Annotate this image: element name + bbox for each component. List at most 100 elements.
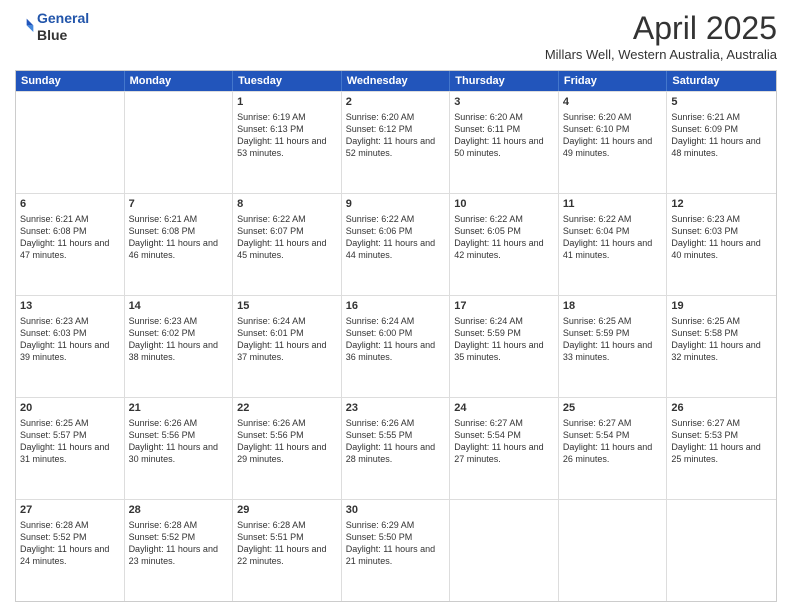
- sunrise-text: Sunrise: 6:28 AM: [20, 520, 89, 530]
- day-number: 11: [563, 197, 663, 212]
- sunrise-text: Sunrise: 6:25 AM: [563, 316, 632, 326]
- sunset-text: Sunset: 6:12 PM: [346, 124, 413, 134]
- daylight-text: Daylight: 11 hours and 29 minutes.: [237, 442, 326, 464]
- day-number: 24: [454, 401, 554, 416]
- calendar: Sunday Monday Tuesday Wednesday Thursday…: [15, 70, 777, 602]
- cal-cell-4-0: 27Sunrise: 6:28 AM Sunset: 5:52 PM Dayli…: [16, 500, 125, 601]
- daylight-text: Daylight: 11 hours and 30 minutes.: [129, 442, 218, 464]
- day-number: 12: [671, 197, 772, 212]
- sunrise-text: Sunrise: 6:20 AM: [346, 112, 415, 122]
- sunset-text: Sunset: 6:06 PM: [346, 226, 413, 236]
- header-friday: Friday: [559, 71, 668, 91]
- sunrise-text: Sunrise: 6:21 AM: [671, 112, 740, 122]
- sunset-text: Sunset: 6:04 PM: [563, 226, 630, 236]
- sunrise-text: Sunrise: 6:28 AM: [129, 520, 198, 530]
- day-number: 16: [346, 299, 446, 314]
- sunset-text: Sunset: 5:59 PM: [563, 328, 630, 338]
- daylight-text: Daylight: 11 hours and 31 minutes.: [20, 442, 109, 464]
- header-wednesday: Wednesday: [342, 71, 451, 91]
- day-number: 3: [454, 95, 554, 110]
- sunset-text: Sunset: 6:01 PM: [237, 328, 304, 338]
- header-monday: Monday: [125, 71, 234, 91]
- day-number: 22: [237, 401, 337, 416]
- cal-cell-1-5: 11Sunrise: 6:22 AM Sunset: 6:04 PM Dayli…: [559, 194, 668, 295]
- calendar-body: 1Sunrise: 6:19 AM Sunset: 6:13 PM Daylig…: [16, 91, 776, 601]
- cal-cell-0-3: 2Sunrise: 6:20 AM Sunset: 6:12 PM Daylig…: [342, 92, 451, 193]
- day-number: 18: [563, 299, 663, 314]
- day-number: 2: [346, 95, 446, 110]
- daylight-text: Daylight: 11 hours and 42 minutes.: [454, 238, 543, 260]
- cal-cell-2-3: 16Sunrise: 6:24 AM Sunset: 6:00 PM Dayli…: [342, 296, 451, 397]
- sunset-text: Sunset: 5:54 PM: [454, 430, 521, 440]
- cal-cell-3-4: 24Sunrise: 6:27 AM Sunset: 5:54 PM Dayli…: [450, 398, 559, 499]
- sunset-text: Sunset: 5:59 PM: [454, 328, 521, 338]
- sunset-text: Sunset: 5:50 PM: [346, 532, 413, 542]
- daylight-text: Daylight: 11 hours and 24 minutes.: [20, 544, 109, 566]
- sunset-text: Sunset: 5:51 PM: [237, 532, 304, 542]
- cal-cell-1-0: 6Sunrise: 6:21 AM Sunset: 6:08 PM Daylig…: [16, 194, 125, 295]
- cal-cell-4-2: 29Sunrise: 6:28 AM Sunset: 5:51 PM Dayli…: [233, 500, 342, 601]
- header-saturday: Saturday: [667, 71, 776, 91]
- cal-cell-1-2: 8Sunrise: 6:22 AM Sunset: 6:07 PM Daylig…: [233, 194, 342, 295]
- daylight-text: Daylight: 11 hours and 38 minutes.: [129, 340, 218, 362]
- sunset-text: Sunset: 6:11 PM: [454, 124, 520, 134]
- sunset-text: Sunset: 5:54 PM: [563, 430, 630, 440]
- day-number: 8: [237, 197, 337, 212]
- sunset-text: Sunset: 6:08 PM: [20, 226, 87, 236]
- cal-cell-2-2: 15Sunrise: 6:24 AM Sunset: 6:01 PM Dayli…: [233, 296, 342, 397]
- cal-cell-0-5: 4Sunrise: 6:20 AM Sunset: 6:10 PM Daylig…: [559, 92, 668, 193]
- sunset-text: Sunset: 6:03 PM: [20, 328, 87, 338]
- sunrise-text: Sunrise: 6:27 AM: [563, 418, 632, 428]
- logo: General Blue: [15, 10, 89, 44]
- day-number: 4: [563, 95, 663, 110]
- daylight-text: Daylight: 11 hours and 49 minutes.: [563, 136, 652, 158]
- logo-text: General Blue: [37, 10, 89, 44]
- day-number: 20: [20, 401, 120, 416]
- title-block: April 2025 Millars Well, Western Austral…: [545, 10, 777, 62]
- day-number: 28: [129, 503, 229, 518]
- sunrise-text: Sunrise: 6:19 AM: [237, 112, 306, 122]
- daylight-text: Daylight: 11 hours and 37 minutes.: [237, 340, 326, 362]
- cal-cell-2-1: 14Sunrise: 6:23 AM Sunset: 6:02 PM Dayli…: [125, 296, 234, 397]
- sunrise-text: Sunrise: 6:28 AM: [237, 520, 306, 530]
- sunset-text: Sunset: 5:55 PM: [346, 430, 413, 440]
- cal-cell-3-5: 25Sunrise: 6:27 AM Sunset: 5:54 PM Dayli…: [559, 398, 668, 499]
- sunrise-text: Sunrise: 6:21 AM: [129, 214, 198, 224]
- header-sunday: Sunday: [16, 71, 125, 91]
- sunrise-text: Sunrise: 6:22 AM: [454, 214, 523, 224]
- day-number: 13: [20, 299, 120, 314]
- daylight-text: Daylight: 11 hours and 26 minutes.: [563, 442, 652, 464]
- daylight-text: Daylight: 11 hours and 46 minutes.: [129, 238, 218, 260]
- header-thursday: Thursday: [450, 71, 559, 91]
- calendar-row-3: 20Sunrise: 6:25 AM Sunset: 5:57 PM Dayli…: [16, 397, 776, 499]
- day-number: 15: [237, 299, 337, 314]
- header-tuesday: Tuesday: [233, 71, 342, 91]
- calendar-row-4: 27Sunrise: 6:28 AM Sunset: 5:52 PM Dayli…: [16, 499, 776, 601]
- sunset-text: Sunset: 6:08 PM: [129, 226, 196, 236]
- sunrise-text: Sunrise: 6:23 AM: [129, 316, 198, 326]
- location: Millars Well, Western Australia, Austral…: [545, 47, 777, 62]
- cal-cell-3-0: 20Sunrise: 6:25 AM Sunset: 5:57 PM Dayli…: [16, 398, 125, 499]
- sunset-text: Sunset: 5:56 PM: [129, 430, 196, 440]
- sunrise-text: Sunrise: 6:20 AM: [454, 112, 523, 122]
- daylight-text: Daylight: 11 hours and 28 minutes.: [346, 442, 435, 464]
- calendar-row-0: 1Sunrise: 6:19 AM Sunset: 6:13 PM Daylig…: [16, 91, 776, 193]
- day-number: 21: [129, 401, 229, 416]
- sunrise-text: Sunrise: 6:24 AM: [346, 316, 415, 326]
- cal-cell-4-6: [667, 500, 776, 601]
- cal-cell-3-2: 22Sunrise: 6:26 AM Sunset: 5:56 PM Dayli…: [233, 398, 342, 499]
- page: General Blue April 2025 Millars Well, We…: [0, 0, 792, 612]
- sunset-text: Sunset: 6:03 PM: [671, 226, 738, 236]
- day-number: 23: [346, 401, 446, 416]
- daylight-text: Daylight: 11 hours and 33 minutes.: [563, 340, 652, 362]
- logo-icon: [15, 17, 35, 37]
- daylight-text: Daylight: 11 hours and 35 minutes.: [454, 340, 543, 362]
- day-number: 17: [454, 299, 554, 314]
- day-number: 30: [346, 503, 446, 518]
- daylight-text: Daylight: 11 hours and 45 minutes.: [237, 238, 326, 260]
- month-year: April 2025: [545, 10, 777, 47]
- day-number: 19: [671, 299, 772, 314]
- sunset-text: Sunset: 6:09 PM: [671, 124, 738, 134]
- cal-cell-2-6: 19Sunrise: 6:25 AM Sunset: 5:58 PM Dayli…: [667, 296, 776, 397]
- sunrise-text: Sunrise: 6:22 AM: [346, 214, 415, 224]
